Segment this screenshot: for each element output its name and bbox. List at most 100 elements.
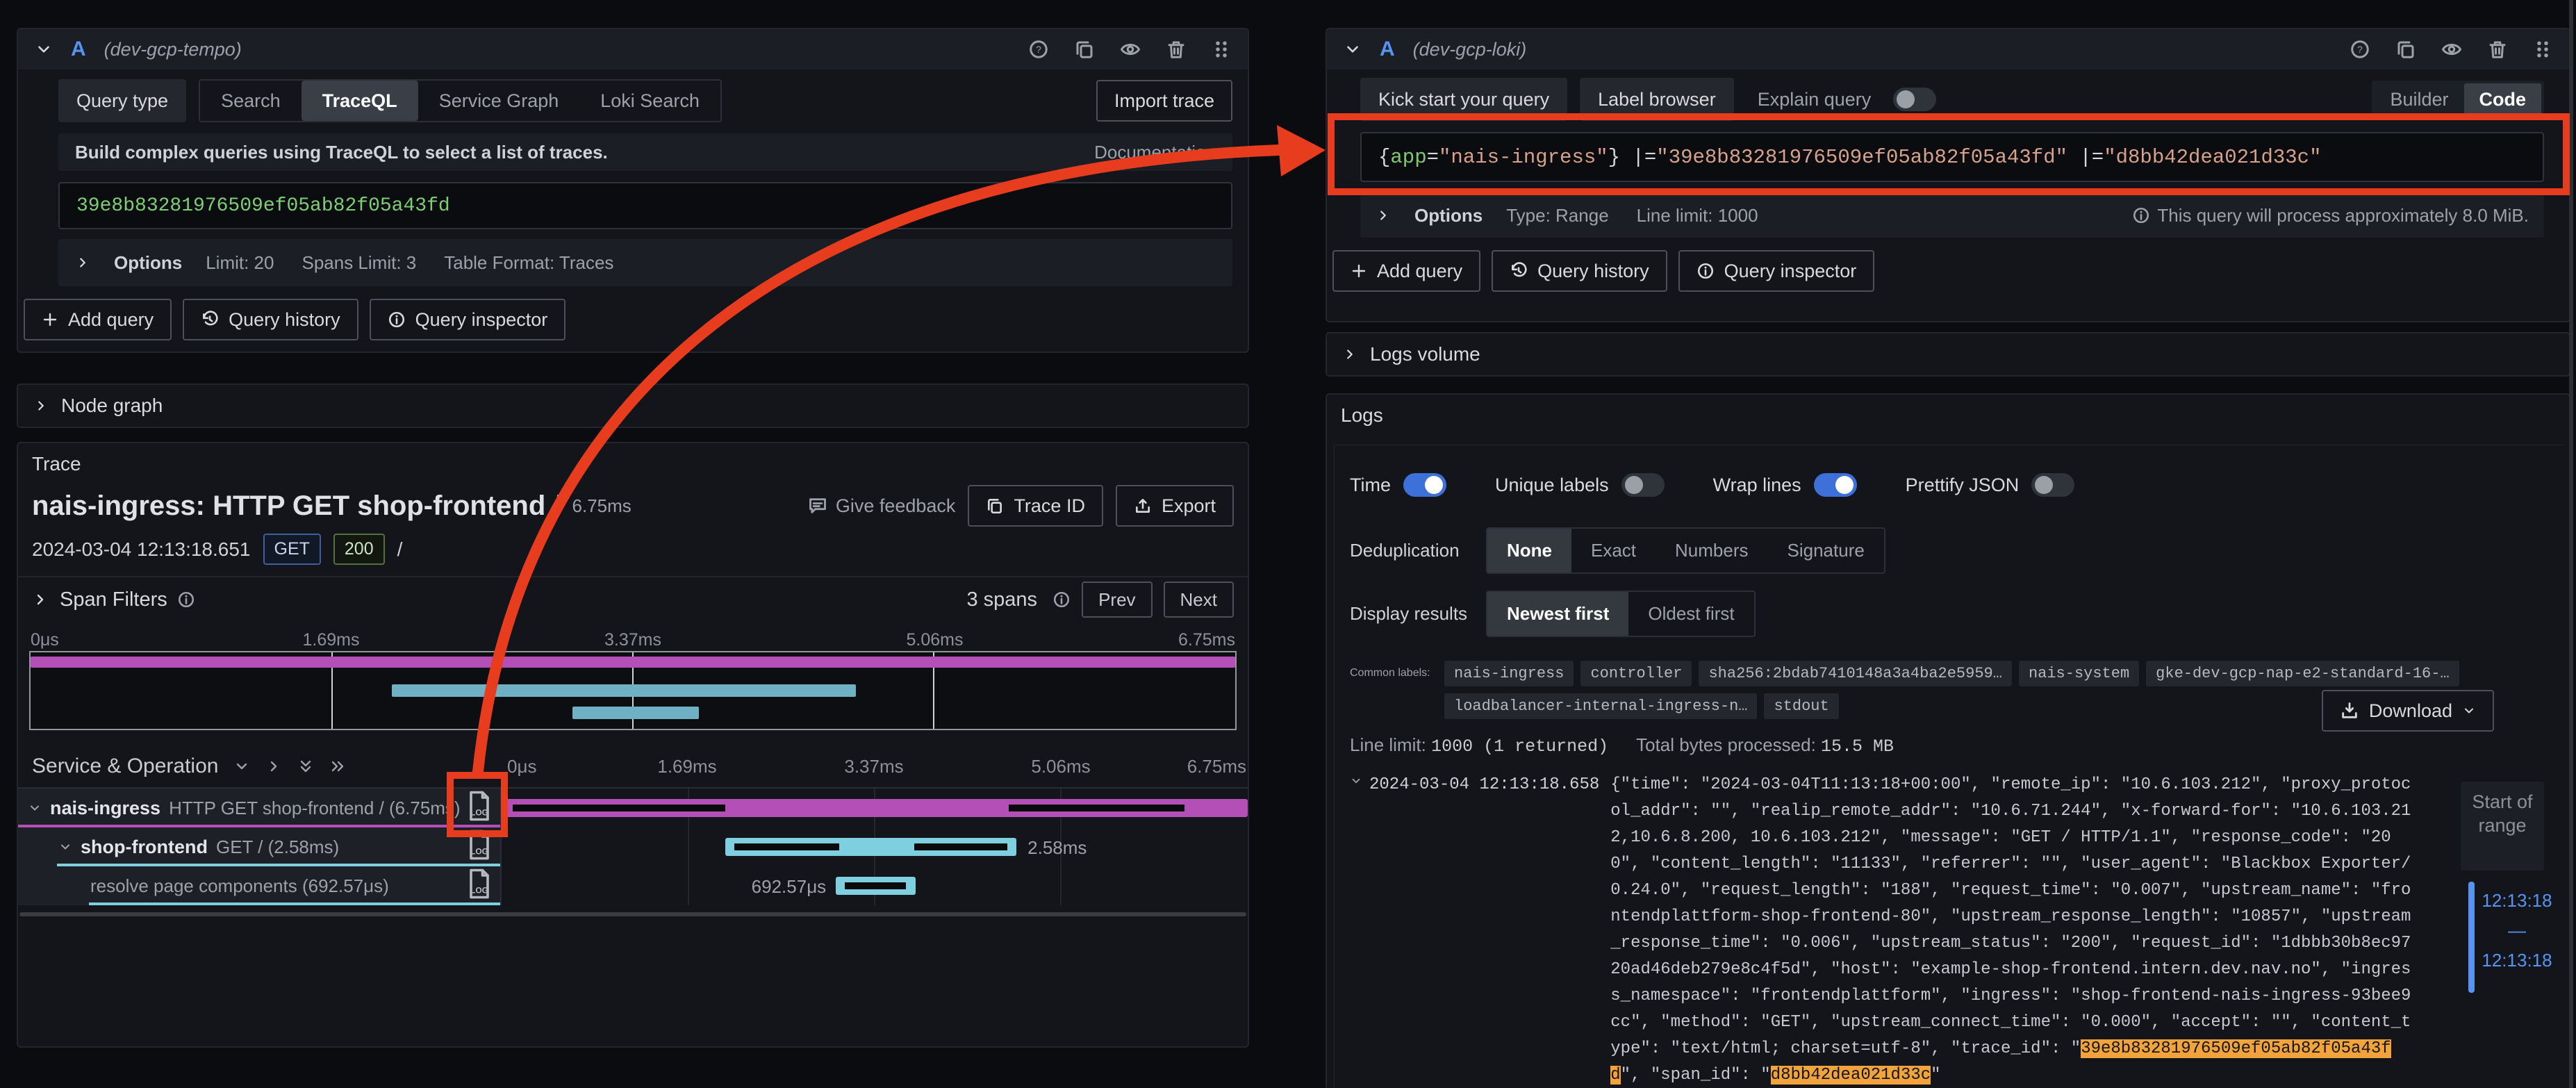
loki-options-row[interactable]: Options Type: RangeLine limit: 1000 This… bbox=[1360, 193, 2544, 238]
copy-icon bbox=[986, 497, 1004, 515]
eye-icon[interactable] bbox=[2441, 39, 2462, 60]
axis-tick: 5.06ms bbox=[1031, 756, 1090, 777]
documentation-link[interactable]: Documentation bbox=[1094, 142, 1216, 163]
export-icon bbox=[1134, 497, 1152, 515]
vertical-scrollbar[interactable] bbox=[2569, 0, 2573, 1088]
span-logs-icon[interactable]: LOG bbox=[467, 791, 492, 826]
chevrons-down-icon[interactable] bbox=[297, 758, 314, 775]
explain-query-toggle[interactable] bbox=[1893, 88, 1936, 111]
span-table-axis: 0μs1.69ms3.37ms5.06ms6.75ms bbox=[500, 755, 1248, 778]
import-trace-button[interactable]: Import trace bbox=[1096, 80, 1232, 122]
chevron-right-icon[interactable] bbox=[265, 758, 282, 775]
tab-loki-search[interactable]: Loki Search bbox=[579, 81, 720, 121]
query-inspector-button[interactable]: Query inspector bbox=[370, 299, 566, 340]
download-button[interactable]: Download bbox=[2322, 690, 2494, 732]
chevron-right-icon bbox=[33, 398, 49, 413]
span-row-nais-ingress[interactable]: nais-ingress HTTP GET shop-frontend / (6… bbox=[18, 789, 1248, 827]
prev-span-button[interactable]: Prev bbox=[1082, 582, 1152, 618]
chevrons-right-icon[interactable] bbox=[329, 758, 346, 775]
span-logs-icon[interactable]: LOG bbox=[467, 830, 492, 865]
query-token: = bbox=[1427, 146, 1439, 169]
horizontal-scrollbar[interactable] bbox=[19, 912, 1246, 916]
trash-icon[interactable] bbox=[1166, 39, 1187, 60]
chevron-right-icon[interactable] bbox=[75, 255, 90, 270]
copy-icon[interactable] bbox=[1074, 39, 1095, 60]
chevron-down-icon[interactable] bbox=[1350, 775, 1362, 787]
give-feedback-button[interactable]: Give feedback bbox=[808, 495, 956, 517]
logs-volume-toggle[interactable]: Logs volume bbox=[1327, 333, 2569, 375]
chevron-down-icon[interactable] bbox=[35, 40, 53, 58]
add-query-button[interactable]: Add query bbox=[1332, 250, 1480, 292]
common-labels-label: Common labels: bbox=[1350, 661, 1433, 686]
option-oldest-first[interactable]: Oldest first bbox=[1628, 592, 1753, 636]
label-browser-button[interactable]: Label browser bbox=[1580, 78, 1734, 121]
query-ref-letter: A bbox=[71, 38, 86, 61]
query-type-tabs: SearchTraceQLService GraphLoki Search bbox=[199, 79, 722, 122]
logql-query-input[interactable]: {app="nais-ingress"} |="39e8b83281976509… bbox=[1360, 132, 2544, 182]
toggle-label: Time bbox=[1350, 475, 1391, 496]
annotation-arrowhead bbox=[1277, 125, 1326, 176]
kick-start-query-button[interactable]: Kick start your query bbox=[1360, 78, 1567, 121]
export-button[interactable]: Export bbox=[1116, 485, 1234, 527]
toggle-label: Prettify JSON bbox=[1906, 475, 2020, 496]
add-query-button[interactable]: Add query bbox=[24, 299, 172, 340]
common-label-chip: nais-ingress bbox=[1444, 661, 1574, 686]
code-mode-button[interactable]: Code bbox=[2464, 83, 2542, 116]
toggle-unique-labels-switch[interactable] bbox=[1621, 473, 1665, 497]
traceql-hint-text: Build complex queries using TraceQL to s… bbox=[75, 142, 608, 163]
option-numbers[interactable]: Numbers bbox=[1656, 529, 1767, 572]
chevron-right-icon[interactable] bbox=[32, 591, 49, 608]
toggle-prettify-json-switch[interactable] bbox=[2031, 473, 2074, 497]
common-label-chip: loadbalancer-internal-ingress-n… bbox=[1444, 693, 1757, 719]
chevron-down-icon[interactable] bbox=[1344, 40, 1362, 58]
node-graph-toggle[interactable]: Node graph bbox=[18, 385, 1248, 427]
chevron-right-icon[interactable] bbox=[1376, 208, 1391, 223]
axis-tick: 3.37ms bbox=[604, 630, 661, 650]
query-history-button[interactable]: Query history bbox=[1492, 250, 1667, 292]
minimap-child-span-bar bbox=[572, 707, 699, 719]
toggle-time-switch[interactable] bbox=[1403, 473, 1446, 497]
drag-handle-icon[interactable] bbox=[1212, 39, 1231, 60]
toggle-wrap-lines-switch[interactable] bbox=[1814, 473, 1857, 497]
span-logs-icon[interactable]: LOG bbox=[467, 868, 492, 904]
tab-traceql[interactable]: TraceQL bbox=[302, 81, 418, 121]
option-none[interactable]: None bbox=[1487, 529, 1571, 572]
tempo-options-row[interactable]: Options Limit: 20Spans Limit: 3Table For… bbox=[58, 239, 1232, 286]
query-ref-letter: A bbox=[1380, 38, 1395, 61]
help-icon[interactable]: ? bbox=[2350, 39, 2370, 60]
query-inspector-button[interactable]: Query inspector bbox=[1678, 250, 1875, 292]
drag-handle-icon[interactable] bbox=[2533, 39, 2552, 60]
span-bar[interactable] bbox=[725, 838, 1016, 856]
builder-mode-button[interactable]: Builder bbox=[2375, 83, 2463, 116]
log-time-range-bar[interactable] bbox=[2468, 882, 2475, 993]
span-row-shop-frontend[interactable]: shop-frontend GET / (2.58ms) LOG 2.58ms bbox=[18, 827, 1248, 866]
log-row[interactable]: 2024-03-04 12:13:18.658 {"time": "2024-0… bbox=[1350, 772, 2563, 1088]
history-icon bbox=[1510, 262, 1528, 280]
trace-panel: Trace nais-ingress: HTTP GET shop-fronte… bbox=[17, 442, 1249, 1048]
chevron-down-icon[interactable] bbox=[58, 840, 72, 854]
chevron-down-icon[interactable] bbox=[233, 758, 250, 775]
span-count: 3 spans bbox=[966, 588, 1037, 611]
option-signature[interactable]: Signature bbox=[1768, 529, 1884, 572]
span-row-resolve-page-components[interactable]: resolve page components (692.57μs) LOG 6… bbox=[18, 866, 1248, 905]
explain-query-label: Explain query bbox=[1758, 89, 1872, 110]
tab-service-graph[interactable]: Service Graph bbox=[418, 81, 580, 121]
span-bar[interactable] bbox=[836, 877, 916, 895]
copy-icon[interactable] bbox=[2395, 39, 2416, 60]
next-span-button[interactable]: Next bbox=[1164, 582, 1234, 618]
query-history-button[interactable]: Query history bbox=[183, 299, 358, 340]
trash-icon[interactable] bbox=[2487, 39, 2508, 60]
span-filters-label[interactable]: Span Filters bbox=[60, 588, 167, 611]
common-label-chip: stdout bbox=[1764, 693, 1838, 719]
option-exact[interactable]: Exact bbox=[1571, 529, 1656, 572]
chevron-down-icon[interactable] bbox=[28, 801, 42, 815]
trace-id-button[interactable]: Trace ID bbox=[968, 485, 1103, 527]
option-newest-first[interactable]: Newest first bbox=[1487, 592, 1628, 636]
logs-volume-panel: Logs volume bbox=[1326, 332, 2570, 377]
tab-search[interactable]: Search bbox=[200, 81, 302, 121]
help-icon[interactable]: ? bbox=[1028, 39, 1049, 60]
traceql-query-input[interactable]: 39e8b83281976509ef05ab82f05a43fd bbox=[58, 182, 1232, 229]
eye-icon[interactable] bbox=[1120, 39, 1141, 60]
trace-minimap[interactable] bbox=[29, 651, 1237, 730]
span-bar[interactable] bbox=[502, 799, 1248, 817]
